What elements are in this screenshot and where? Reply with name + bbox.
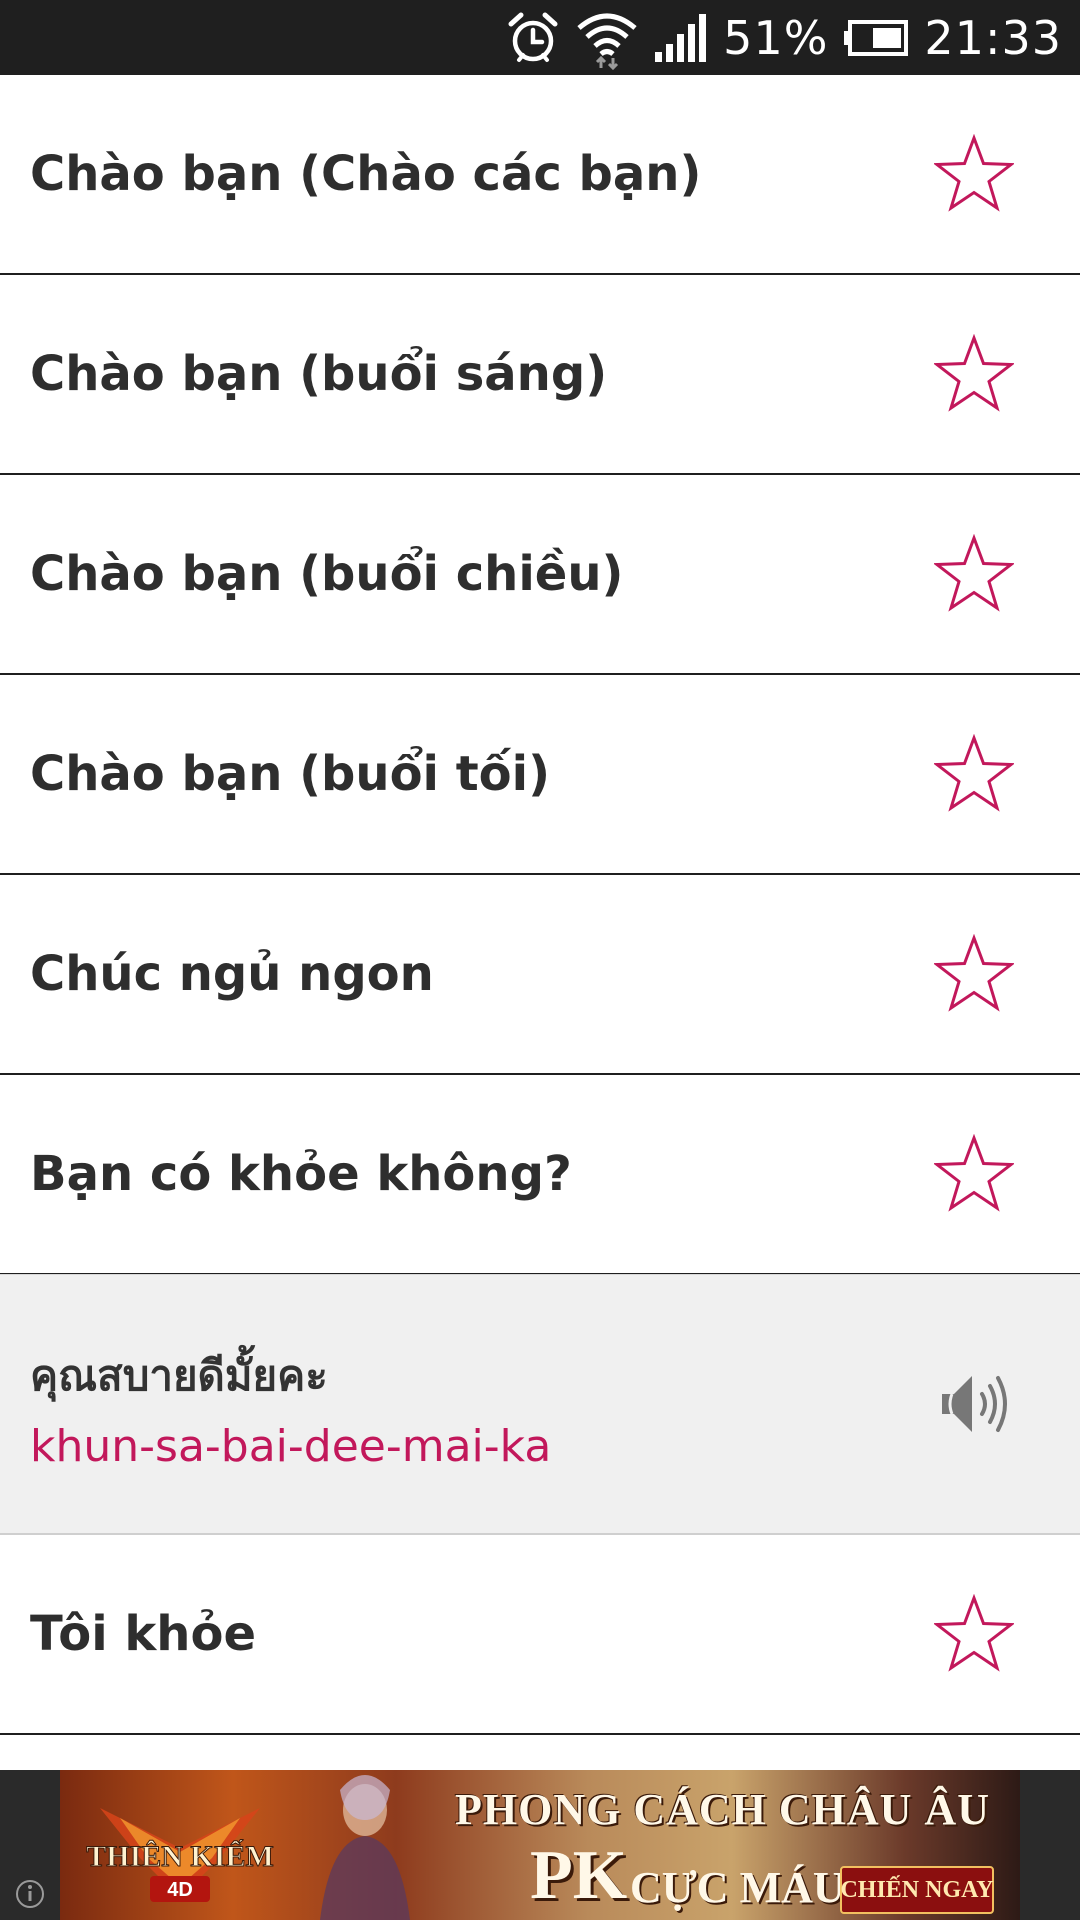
star-icon[interactable] [934,734,1014,814]
status-bar: 51% 21:33 [0,0,1080,75]
ad-pk: PK [530,1837,628,1914]
phrase-label: Chào bạn (buổi sáng) [30,346,608,402]
phrase-row[interactable]: Chào bạn (buổi sáng) [0,275,1080,475]
phrase-row[interactable]: Bạn có khỏe không? [0,1075,1080,1275]
speaker-icon[interactable] [938,1364,1012,1444]
svg-text:THIÊN KIẾM: THIÊN KIẾM [86,1839,274,1873]
game-logo: THIÊN KIẾM 4D [86,1808,274,1902]
phrase-label: Chào bạn (buổi tối) [30,746,551,802]
star-icon[interactable] [934,334,1014,414]
phrase-label: Chào bạn (buổi chiều) [30,546,624,602]
signal-icon [655,13,707,62]
star-icon[interactable] [934,934,1014,1014]
thai-translation: คุณสบายดีมั้ยคะ [30,1351,328,1400]
status-icons: 51% 21:33 [505,0,1062,75]
ad-character-art [320,1775,410,1920]
phrase-translation-panel[interactable]: คุณสบายดีมั้ยคะ khun-sa-bai-dee-mai-ka [0,1274,1080,1535]
phrase-label: Tôi khỏe [30,1606,257,1662]
phrase-label: Chào bạn (Chào các bạn) [30,146,702,202]
phrase-row[interactable]: Chào bạn (buổi chiều) [0,475,1080,675]
star-icon[interactable] [934,534,1014,614]
ad-headline: PHONG CÁCH CHÂU ÂU [455,1785,990,1834]
info-icon[interactable] [14,1878,46,1910]
phrase-row[interactable]: Chúc ngủ ngon [0,875,1080,1075]
svg-text:4D: 4D [167,1879,193,1901]
romanization: khun-sa-bai-dee-mai-ka [30,1421,552,1472]
ad-cta-button[interactable]: CHIẾN NGAY [840,1866,994,1914]
ad-subheadline: CỰC MÁU [630,1863,845,1912]
battery-icon [844,19,909,56]
phrase-label: Bạn có khỏe không? [30,1146,572,1202]
clock: 21:33 [924,10,1062,65]
wifi-icon [577,13,637,70]
phrase-list: Chào bạn (Chào các bạn) Chào bạn (buổi s… [0,75,1080,1735]
alarm-icon [508,12,558,62]
star-icon[interactable] [934,134,1014,214]
phrase-row[interactable]: Chào bạn (buổi tối) [0,675,1080,875]
star-icon[interactable] [934,1594,1014,1674]
ad-banner[interactable]: THIÊN KIẾM 4D PHONG CÁCH CHÂU ÂU PK CỰC … [0,1770,1080,1920]
phrase-label: Chúc ngủ ngon [30,946,434,1002]
battery-percent: 51% [723,10,829,65]
ad-creative[interactable]: THIÊN KIẾM 4D PHONG CÁCH CHÂU ÂU PK CỰC … [60,1770,1020,1920]
phrase-row[interactable]: Tôi khỏe [0,1535,1080,1735]
star-icon[interactable] [934,1134,1014,1214]
phrase-row[interactable]: Chào bạn (Chào các bạn) [0,75,1080,275]
